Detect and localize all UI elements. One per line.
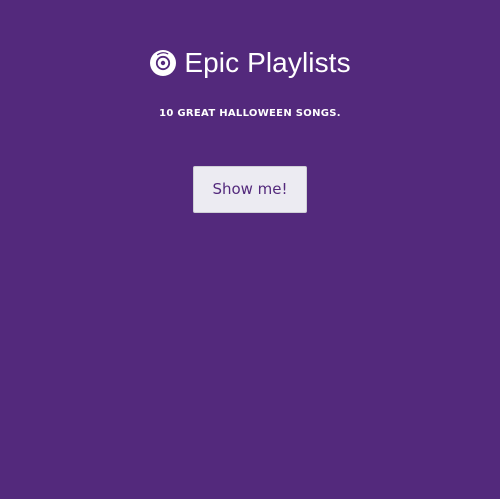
brand-header: Epic Playlists [0, 44, 500, 82]
page-subtitle: 10 GREAT HALLOWEEN SONGS. [159, 108, 341, 119]
show-me-button[interactable]: Show me! [193, 166, 307, 213]
page-title: Epic Playlists [184, 47, 351, 78]
vinyl-disc-icon [150, 50, 177, 76]
